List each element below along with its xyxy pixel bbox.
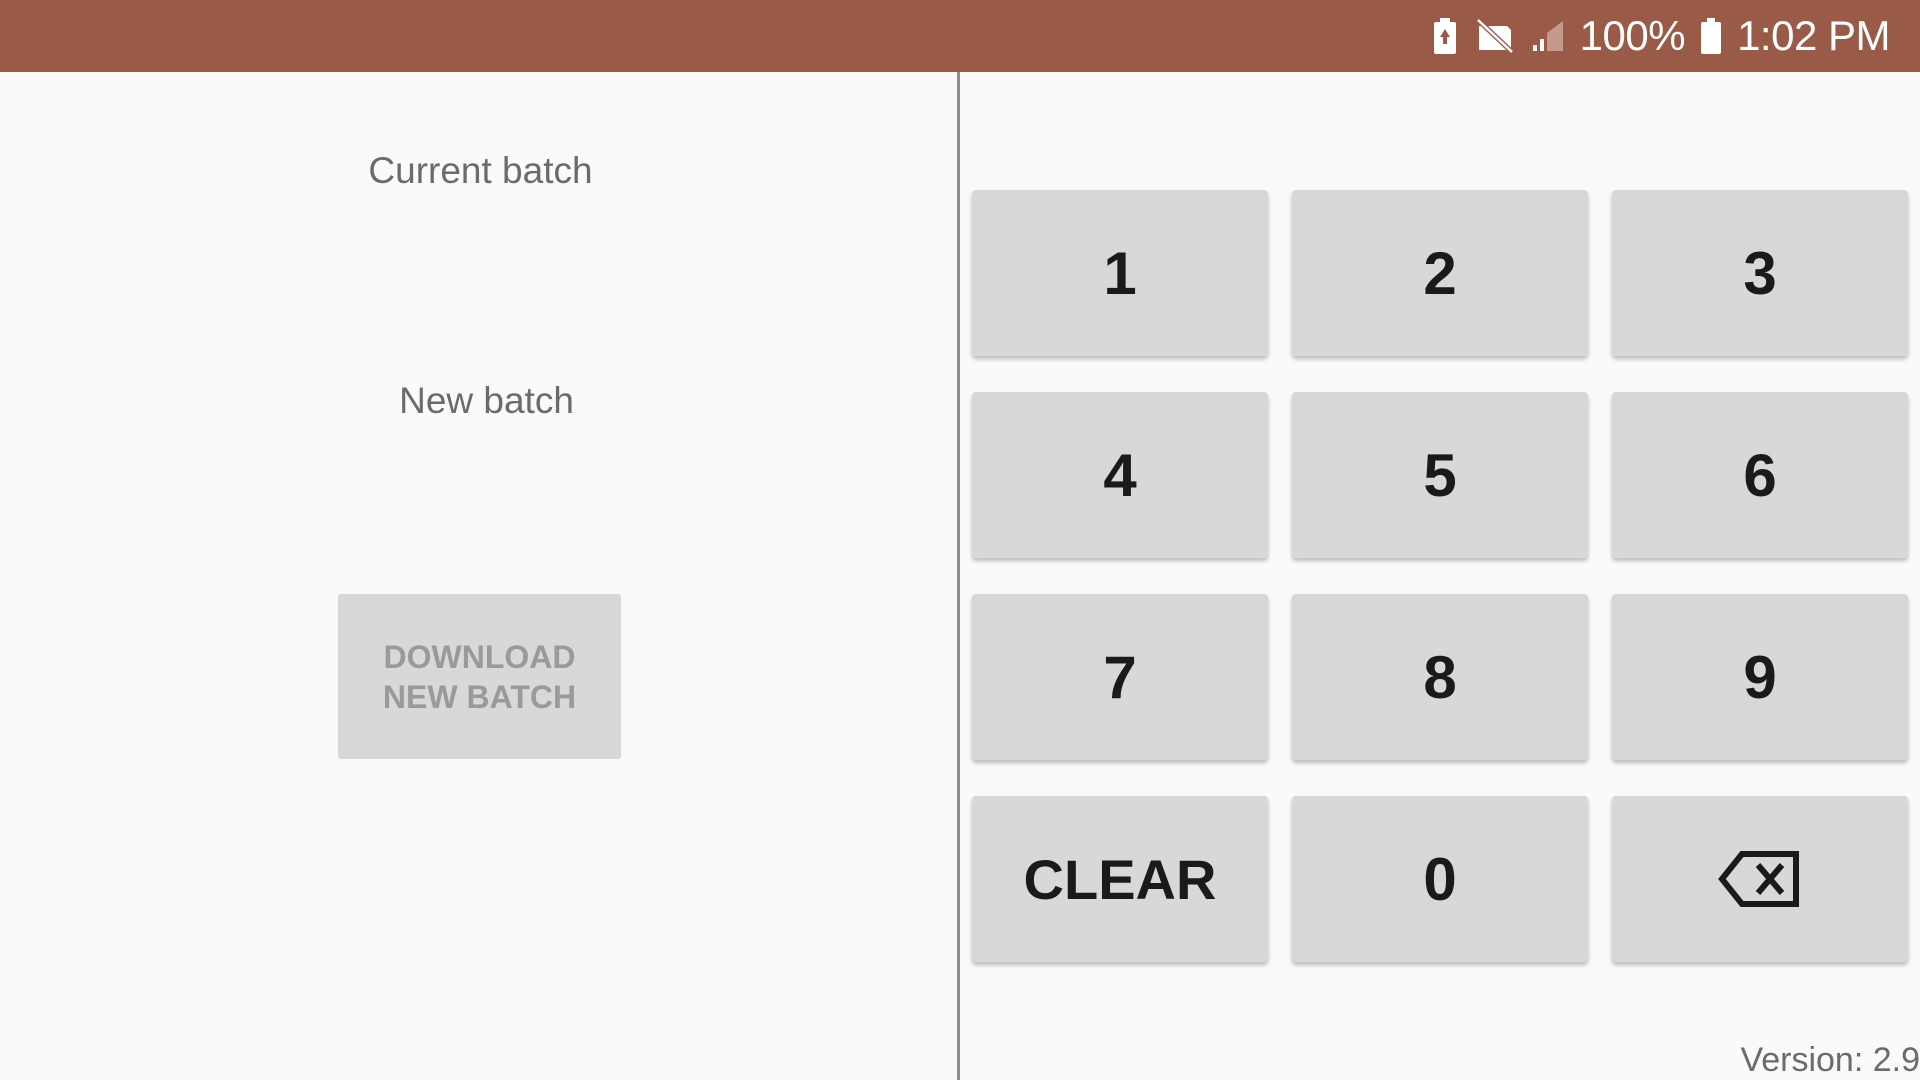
batch-panel: Current batch New batch DOWNLOAD NEW BAT… xyxy=(0,72,957,1080)
numeric-keypad: 1 2 3 4 5 6 7 8 9 CLEAR 0 xyxy=(972,190,1916,962)
no-sim-icon xyxy=(1474,16,1516,56)
backspace-button[interactable] xyxy=(1612,796,1908,962)
battery-icon xyxy=(1699,16,1723,56)
key-6[interactable]: 6 xyxy=(1612,392,1908,558)
key-2[interactable]: 2 xyxy=(1292,190,1588,356)
download-button-line1: DOWNLOAD xyxy=(383,638,576,675)
download-new-batch-button[interactable]: DOWNLOAD NEW BATCH xyxy=(338,594,621,759)
status-bar: 100% 1:02 PM xyxy=(0,0,1920,72)
version-label: Version: 2.9 xyxy=(1740,1041,1920,1079)
key-9[interactable]: 9 xyxy=(1612,594,1908,760)
key-4[interactable]: 4 xyxy=(972,392,1268,558)
battery-saver-icon xyxy=(1430,16,1460,56)
key-8[interactable]: 8 xyxy=(1292,594,1588,760)
backspace-icon xyxy=(1718,851,1799,907)
key-5[interactable]: 5 xyxy=(1292,392,1588,558)
current-batch-label: Current batch xyxy=(368,150,593,191)
signal-strength-icon xyxy=(1530,16,1566,56)
key-1[interactable]: 1 xyxy=(972,190,1268,356)
battery-percent: 100% xyxy=(1579,12,1686,59)
clock: 1:02 PM xyxy=(1737,12,1890,59)
new-batch-label: New batch xyxy=(399,380,574,421)
clear-button[interactable]: CLEAR xyxy=(972,796,1268,962)
key-7[interactable]: 7 xyxy=(972,594,1268,760)
download-button-line2: NEW BATCH xyxy=(382,678,577,715)
key-0[interactable]: 0 xyxy=(1292,796,1588,962)
key-3[interactable]: 3 xyxy=(1612,190,1908,356)
keypad-panel: 1 2 3 4 5 6 7 8 9 CLEAR 0 Version: 2.9 xyxy=(960,72,1920,1080)
